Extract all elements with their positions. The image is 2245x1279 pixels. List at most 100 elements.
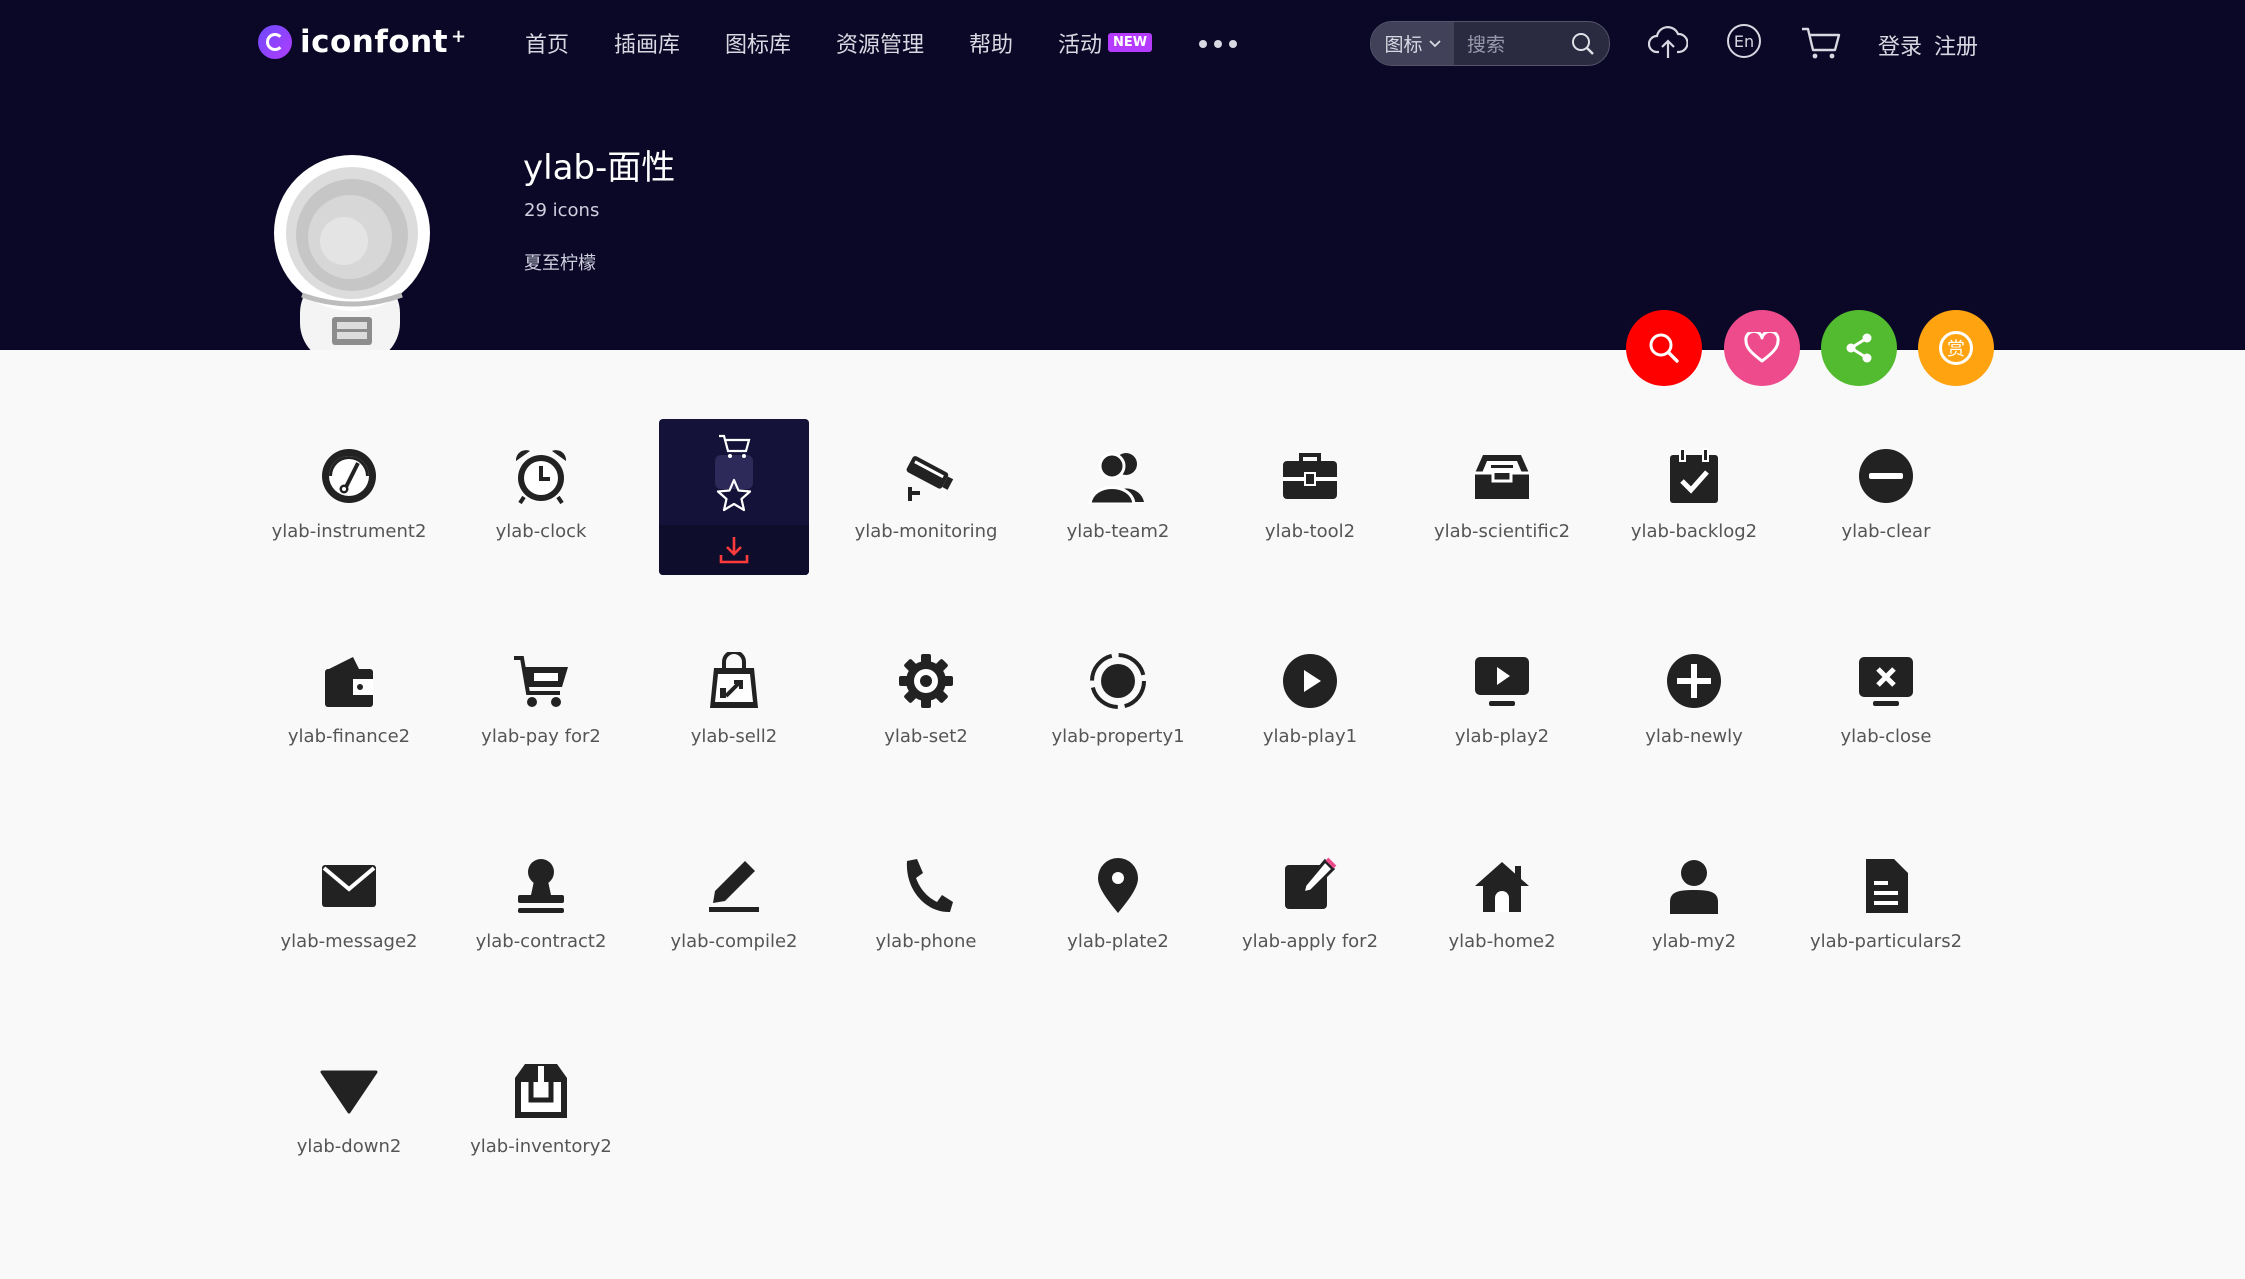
icon-name: ylab-contract2 <box>475 931 607 952</box>
icon-card[interactable]: ylab-tool2 <box>1235 419 1385 575</box>
nav-help-label[interactable]: 帮助 <box>969 27 1013 59</box>
language-en-icon[interactable]: En <box>1727 24 1761 58</box>
share-icon <box>1846 333 1872 363</box>
nav-home-label[interactable]: 首页 <box>525 27 569 59</box>
edit-pencil-icon <box>704 856 764 916</box>
nav-illustrations-label[interactable]: 插画库 <box>614 27 680 59</box>
nav-activity-label[interactable]: 活动 <box>1058 27 1102 59</box>
search-type-label: 图标 <box>1384 34 1423 56</box>
play-circle-icon <box>1280 651 1340 711</box>
nav-item-help[interactable]: 帮助 <box>969 26 1013 60</box>
icon-card-hovered[interactable] <box>659 419 809 575</box>
icon-name: ylab-home2 <box>1448 931 1556 952</box>
author-avatar[interactable] <box>270 155 430 350</box>
shopping-bag-icon <box>704 651 764 711</box>
icon-name: ylab-down2 <box>296 1136 402 1157</box>
reward-button[interactable]: 赏 <box>1918 310 1994 386</box>
search-icon[interactable] <box>1571 32 1595 56</box>
upload-cloud-icon[interactable] <box>1648 24 1688 62</box>
nav-item-illustrations[interactable]: 插画库 <box>614 26 680 60</box>
download-button[interactable] <box>659 525 809 575</box>
icon-card[interactable]: ylab-clear <box>1811 419 1961 575</box>
icon-name: ylab-particulars2 <box>1809 931 1963 952</box>
icon-name: ylab-set2 <box>884 726 968 747</box>
download-icon <box>719 537 749 564</box>
icon-name: ylab-scientific2 <box>1433 521 1571 542</box>
search-type-select[interactable]: 图标 <box>1371 22 1454 65</box>
icon-card[interactable]: ylab-newly <box>1619 624 1769 780</box>
reward-glyph: 赏 <box>1947 339 1965 360</box>
focus-target-icon <box>1088 651 1148 711</box>
icon-card[interactable]: ylab-down2 <box>274 1034 424 1190</box>
share-button[interactable] <box>1821 310 1897 386</box>
icon-card[interactable]: ylab-home2 <box>1427 829 1577 985</box>
triangle-down-icon <box>319 1061 379 1121</box>
add-circle-icon <box>1664 651 1724 711</box>
icon-name: ylab-property1 <box>1051 726 1185 747</box>
login-link[interactable]: 登录 <box>1878 35 1922 60</box>
search-icon <box>1649 333 1679 363</box>
settings-gear-icon <box>896 651 956 711</box>
icon-card[interactable]: ylab-backlog2 <box>1619 419 1769 575</box>
icon-card[interactable]: ylab-phone <box>851 829 1001 985</box>
favorite-button[interactable] <box>1724 310 1800 386</box>
icon-card[interactable]: ylab-pay for2 <box>466 624 616 780</box>
add-to-cart-icon[interactable] <box>717 433 753 459</box>
location-pin-icon <box>1088 856 1148 916</box>
reward-icon: 赏 <box>1939 331 1973 365</box>
icon-card[interactable]: ylab-close <box>1811 624 1961 780</box>
icon-card[interactable]: ylab-compile2 <box>659 829 809 985</box>
icon-name: ylab-plate2 <box>1067 931 1169 952</box>
user-icon <box>1664 856 1724 916</box>
icon-card[interactable]: ylab-particulars2 <box>1809 829 1963 985</box>
cart-icon[interactable] <box>1800 26 1842 60</box>
icon-name: ylab-play1 <box>1262 726 1358 747</box>
icon-name: ylab-backlog2 <box>1630 521 1758 542</box>
icon-card[interactable]: ylab-set2 <box>851 624 1001 780</box>
icon-name: ylab-my2 <box>1651 931 1737 952</box>
collection-search-button[interactable] <box>1626 310 1702 386</box>
nav-item-icons[interactable]: 图标库 <box>725 26 791 60</box>
monitoring-camera-icon <box>896 446 956 506</box>
collection-author[interactable]: 夏至柠檬 <box>524 249 596 275</box>
search-input[interactable] <box>1465 22 1579 65</box>
nav-icons-label[interactable]: 图标库 <box>725 27 791 59</box>
icon-card[interactable]: ylab-inventory2 <box>466 1034 616 1190</box>
collect-star-icon[interactable] <box>716 478 752 512</box>
icon-name: ylab-play2 <box>1454 726 1550 747</box>
collection-title: ylab-面性 <box>523 148 676 188</box>
icon-card[interactable]: ylab-sell2 <box>659 624 809 780</box>
icon-card[interactable]: ylab-contract2 <box>466 829 616 985</box>
nav-item-resources[interactable]: 资源管理 <box>836 26 924 60</box>
icon-card[interactable]: ylab-team2 <box>1043 419 1193 575</box>
iconfont-logo[interactable]: iconfont + <box>258 22 466 62</box>
clock-icon <box>511 446 571 506</box>
icon-name: ylab-instrument2 <box>271 521 427 542</box>
icon-card[interactable]: ylab-my2 <box>1619 829 1769 985</box>
icon-card[interactable]: ylab-finance2 <box>274 624 424 780</box>
more-menu-icon[interactable] <box>1199 40 1237 48</box>
nav-item-home[interactable]: 首页 <box>525 26 569 60</box>
icon-name: ylab-finance2 <box>287 726 411 747</box>
icon-name: ylab-clear <box>1841 521 1931 542</box>
toolbox-icon <box>1280 446 1340 506</box>
register-link[interactable]: 注册 <box>1934 35 1978 60</box>
icon-card[interactable]: ylab-apply for2 <box>1235 829 1385 985</box>
icon-card[interactable]: ylab-clock <box>466 419 616 575</box>
icon-card[interactable]: ylab-play1 <box>1235 624 1385 780</box>
icon-card[interactable]: ylab-monitoring <box>851 419 1001 575</box>
icon-card[interactable]: ylab-scientific2 <box>1427 419 1577 575</box>
chevron-down-icon <box>1428 39 1441 47</box>
icon-card[interactable]: ylab-message2 <box>274 829 424 985</box>
icon-name: ylab-pay for2 <box>481 726 601 747</box>
icon-card[interactable]: ylab-plate2 <box>1043 829 1193 985</box>
icon-card[interactable]: ylab-instrument2 <box>271 419 427 575</box>
icon-card[interactable]: ylab-play2 <box>1427 624 1577 780</box>
edit-document-icon <box>1280 856 1340 916</box>
nav-resources-label[interactable]: 资源管理 <box>836 27 924 59</box>
nav-item-activity[interactable]: 活动 NEW <box>1058 26 1153 60</box>
icon-card[interactable]: ylab-property1 <box>1043 624 1193 780</box>
logo-plus: + <box>451 26 467 47</box>
document-icon <box>1856 856 1916 916</box>
icon-name: ylab-compile2 <box>670 931 798 952</box>
